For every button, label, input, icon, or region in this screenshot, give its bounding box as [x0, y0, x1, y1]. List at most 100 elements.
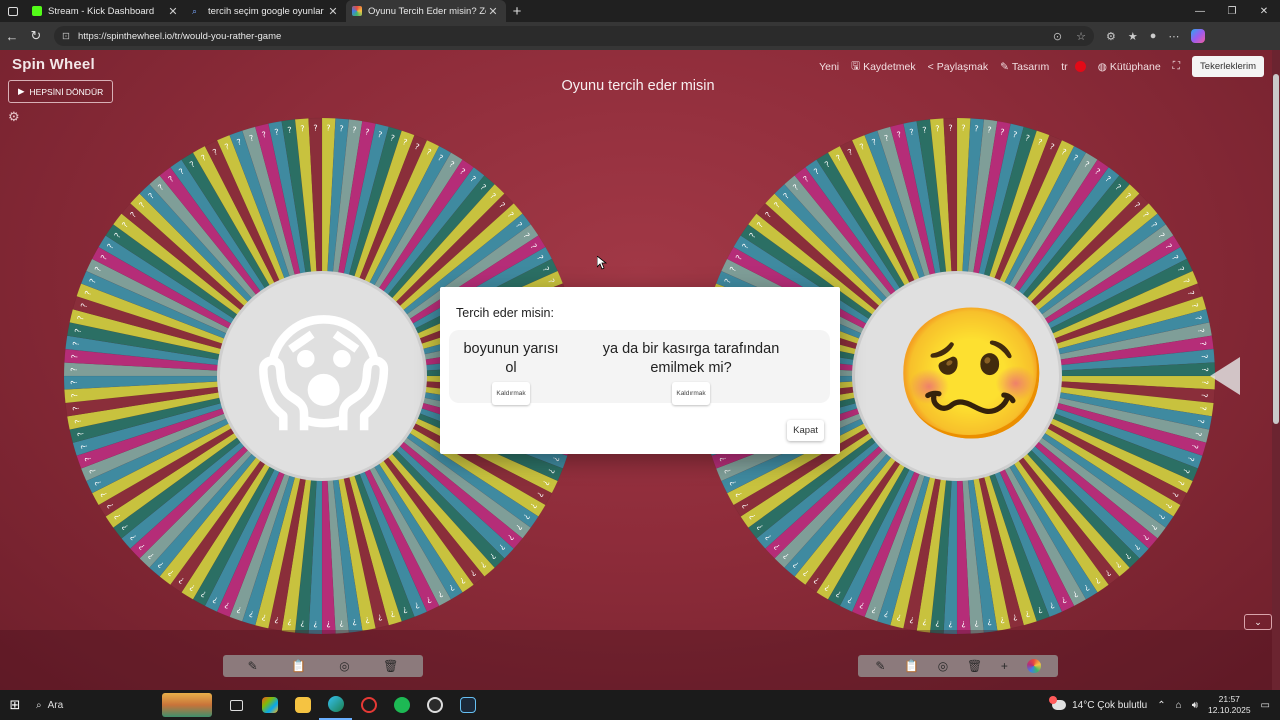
search-favicon-icon: ⌕	[192, 6, 198, 16]
profile-icon[interactable]: ●	[1150, 30, 1157, 42]
screaming-face-emoji-icon: 😱	[257, 300, 391, 449]
gear-icon[interactable]: ⚙	[8, 109, 20, 125]
close-tab-icon[interactable]: ✕	[326, 5, 340, 18]
top-menu: Yeni 🖫 Kaydetmek < Paylaşmak ✎ Tasarım tr ◍…	[819, 56, 1264, 77]
clipboard-icon[interactable]: 📋	[904, 659, 919, 673]
remove-option-a-button[interactable]: Kaldırmak	[492, 382, 530, 405]
save-icon: 🖫	[851, 59, 861, 72]
wheel-segment-label: ?	[1200, 393, 1209, 398]
browser-tab-kick[interactable]: Stream - Kick Dashboard ✕	[26, 0, 186, 22]
back-icon[interactable]: ←	[0, 29, 24, 44]
trash-icon[interactable]: 🗑	[967, 659, 982, 673]
new-tab-button[interactable]: +	[506, 3, 528, 20]
scrollbar-thumb[interactable]	[1273, 74, 1279, 424]
fullscreen-icon[interactable]: ⛶	[1173, 60, 1180, 73]
wheel-segment-label: ?	[339, 619, 344, 628]
store-icon[interactable]	[253, 690, 286, 720]
minimize-icon[interactable]: —	[1184, 6, 1216, 17]
edit-pencil-icon[interactable]: ✎	[875, 659, 885, 673]
choices-panel: boyunun yarısı ol Kaldırmak ya da bir ka…	[449, 330, 830, 405]
wheel-segment-label: ?	[326, 124, 330, 133]
file-explorer-icon[interactable]	[286, 690, 319, 720]
wheel-segment-label: ?	[70, 354, 79, 359]
close-tab-icon[interactable]: ✕	[486, 5, 500, 18]
more-menu-icon[interactable]: ⋯	[1168, 30, 1179, 43]
site-logo[interactable]: Spin Wheel	[12, 56, 95, 73]
design-label: Tasarım	[1011, 60, 1050, 73]
tab-actions-icon[interactable]	[0, 0, 26, 22]
globe-icon: ◍	[1097, 60, 1107, 73]
kick-favicon-icon	[32, 6, 42, 16]
trash-icon[interactable]: 🗑	[383, 659, 398, 673]
design-button[interactable]: ✎ Tasarım	[1000, 61, 1049, 73]
weather-widget[interactable]: 14°C Çok bulutlu	[1049, 696, 1147, 711]
close-window-icon[interactable]: ✕	[1248, 6, 1280, 17]
tab-title: Stream - Kick Dashboard	[48, 5, 155, 17]
opera-icon[interactable]	[352, 690, 385, 720]
window-controls: — ❐ ✕	[1184, 6, 1280, 17]
woozy-face-emoji-icon: 🥴	[892, 300, 1052, 449]
new-button[interactable]: Yeni	[819, 61, 839, 73]
wheel-segment-label: ?	[935, 124, 940, 133]
favorites-icon[interactable]: ★	[1128, 30, 1138, 43]
network-icon[interactable]: ⌂	[1176, 700, 1182, 711]
wheel-segment-label: ?	[70, 380, 79, 384]
left-wheel-toolbar: ✎ 📋 ◎ 🗑	[223, 655, 423, 677]
close-button[interactable]: Kapat	[787, 420, 824, 441]
clipboard-icon[interactable]: 📋	[291, 659, 306, 673]
obs-icon[interactable]	[418, 690, 451, 720]
dialog-title: Tercih eder misin:	[456, 306, 554, 320]
favorite-star-icon[interactable]: ☆	[1076, 30, 1086, 43]
steam-icon[interactable]	[451, 690, 484, 720]
maximize-icon[interactable]: ❐	[1216, 6, 1248, 17]
clock[interactable]: 21:57 12.10.2025	[1208, 694, 1251, 716]
notifications-icon[interactable]: ▭	[1261, 700, 1270, 711]
cloud-weather-icon	[1049, 696, 1067, 710]
save-button[interactable]: 🖫 Kaydetmek	[851, 58, 915, 76]
copilot-icon[interactable]	[1191, 29, 1206, 43]
wheel-segment-label: ?	[961, 124, 965, 133]
mouse-cursor-icon	[597, 256, 607, 270]
scroll-down-button[interactable]: ⌄	[1244, 614, 1272, 630]
pencil-icon: ✎	[1000, 60, 1009, 73]
wheel-segment-label: ?	[313, 619, 317, 628]
wheel-segment-label: ?	[961, 619, 965, 628]
share-button[interactable]: < Paylaşmak	[928, 61, 989, 73]
color-palette-icon[interactable]	[1026, 659, 1041, 673]
url-text: https://spinthewheel.io/tr/would-you-rat…	[77, 30, 282, 42]
site-info-icon[interactable]: ⊡	[62, 31, 70, 42]
hide-eye-icon[interactable]: ◎	[938, 659, 948, 673]
task-view-icon[interactable]	[220, 690, 253, 720]
read-aloud-icon[interactable]: ⊙	[1053, 30, 1062, 43]
url-field[interactable]: ⊡ https://spinthewheel.io/tr/would-you-r…	[54, 26, 1094, 46]
page-scrollbar[interactable]	[1272, 50, 1280, 690]
edit-pencil-icon[interactable]: ✎	[248, 659, 258, 673]
add-icon[interactable]: +	[1001, 659, 1008, 673]
tab-title: Oyunu Tercih Eder misin? Zor	[368, 5, 486, 17]
taskbar-search[interactable]: ⌕ Ara	[30, 700, 162, 711]
hide-eye-icon[interactable]: ◎	[339, 659, 349, 673]
spotify-icon[interactable]	[385, 690, 418, 720]
language-selector[interactable]: tr	[1061, 61, 1086, 73]
remove-option-b-button[interactable]: Kaldırmak	[672, 382, 710, 405]
start-windows-icon[interactable]: ⊞	[0, 697, 30, 713]
wheel-segment-label: ?	[326, 619, 330, 628]
wheel-pointer-icon	[1210, 357, 1240, 395]
turkey-flag-icon	[1074, 61, 1086, 72]
wheel-segment-label: ?	[948, 619, 952, 628]
close-tab-icon[interactable]: ✕	[166, 5, 180, 18]
browser-tab-bar: Stream - Kick Dashboard ✕ ⌕ tercih seçim…	[0, 0, 1280, 22]
extensions-icon[interactable]: ⚙	[1106, 30, 1116, 43]
my-wheels-button[interactable]: Tekerleklerim	[1192, 56, 1264, 77]
volume-icon[interactable]: 🔊︎	[1192, 700, 1198, 711]
wheel-segment-label: ?	[1200, 367, 1209, 371]
edge-browser-icon[interactable]	[319, 690, 352, 720]
search-highlight-image[interactable]	[162, 693, 212, 717]
library-label: Kütüphane	[1109, 60, 1161, 73]
library-button[interactable]: ◍ Kütüphane	[1098, 61, 1161, 73]
refresh-icon[interactable]: ↻	[24, 28, 48, 44]
browser-tab-search[interactable]: ⌕ tercih seçim google oyunlar - Ara ✕	[186, 0, 346, 22]
browser-tab-spinwheel[interactable]: Oyunu Tercih Eder misin? Zor ✕	[346, 0, 506, 22]
chevron-up-icon[interactable]: ⌃	[1157, 700, 1165, 711]
share-icon: <	[927, 60, 934, 73]
